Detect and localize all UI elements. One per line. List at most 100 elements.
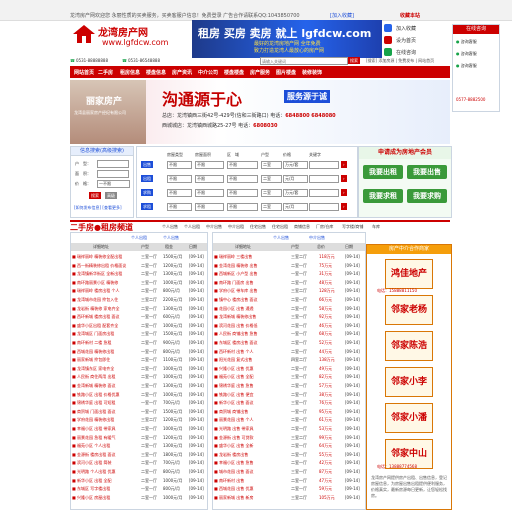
section-tab[interactable]: 中介出租 [228, 224, 244, 230]
table-row[interactable]: ■ 光明路 出售 带家具 二室一厅 53万元 [09-14] [213, 425, 365, 432]
table-row[interactable]: ■ 商贸城 商铺出售 一室一厅 95万元 [09-14] [213, 408, 365, 415]
search-extra-links[interactable]: [搜索] 添加房源 | 免费发布 | 网站首页 [366, 58, 434, 64]
filter-select-price[interactable]: 万元/套 [283, 189, 308, 197]
row-address[interactable]: 商贸城 商铺出售 [219, 408, 289, 415]
row-address[interactable]: 花园小区 出售 通透 [219, 305, 289, 312]
table-row[interactable]: ■ 南环路 门面房 出售 二室一厅 48万元 [09-14] [213, 279, 365, 286]
tab-personal-sale[interactable]: 个人出售 [163, 235, 179, 241]
row-address[interactable]: 瑞祥丽岭 三楼出售 [219, 253, 289, 260]
want-buy-button[interactable]: 我要求购 [407, 189, 447, 203]
table-row[interactable]: ■ 金源街 楼房出租 面议 三室一厅 1800元/月 [09-14] [71, 451, 207, 458]
row-address[interactable]: 铁路小区 出租 价格优惠 [77, 391, 139, 398]
table-row[interactable]: ■ 西环新村 出售 个人 二室一厅 44万元 [09-14] [213, 348, 365, 355]
row-address[interactable]: 丽景花园 急租 有暖气 [77, 434, 139, 441]
table-row[interactable]: ■ 丽景花园 急租 有暖气 二室一厅 1200元/月 [09-14] [71, 434, 207, 441]
qq-consult-1[interactable]: ● 咨询客服 [456, 39, 477, 45]
left-search-note[interactable]: [如何发布信息] [查看更多] [74, 205, 122, 211]
search-button[interactable]: 搜索 [348, 57, 360, 64]
row-address[interactable]: 西环新城 楼房出租 面议 [77, 313, 139, 320]
table-row[interactable]: ■ 锦绣华庭 出售 急售 二室一厅 57万元 [09-14] [213, 382, 365, 389]
tab-agency-sale[interactable]: 中介出售 [309, 235, 325, 241]
row-address[interactable]: 盛华小区 出售 全新 [219, 442, 289, 449]
row-address[interactable]: 龙湾新城 精装修出售 [219, 313, 289, 320]
tab-personal-sale-r[interactable]: 个人出售 [273, 235, 289, 241]
row-address[interactable]: 盛华小区出租 配套齐全 [77, 322, 139, 329]
table-row[interactable]: ■ 瑞祥丽岭 楼房出租 个人 二室一厅 800元/月 [09-14] [71, 287, 207, 294]
add-favorite-link[interactable]: [加入收藏] [330, 12, 354, 19]
filter-select-layout[interactable]: 二室 [261, 203, 282, 211]
layout-input[interactable] [97, 160, 129, 168]
row-address[interactable]: 东城区 写字楼出租 [77, 485, 139, 492]
table-row[interactable]: ■ 南环路丽景小区 精装修 三室一厅 1000元/月 [09-14] [71, 279, 207, 286]
nav-item-home[interactable]: 网站首页 [74, 69, 94, 76]
table-row[interactable]: ■ 阳光花园 复式出售 四室二厅 138万元 [09-14] [213, 356, 365, 363]
row-address[interactable]: 福苑小区 出售 全配 [219, 373, 289, 380]
table-row[interactable]: ■ 龙湾镇东区 家电齐全 二室一厅 1000元/月 [09-14] [71, 365, 207, 372]
table-row[interactable]: ■ 幸福小区 出售 急售 二室一厅 42万元 [09-14] [213, 459, 365, 466]
table-row[interactable]: ■ 光明路 个人出租 优惠 二室一厅 800元/月 [09-14] [71, 468, 207, 475]
table-row[interactable]: ■ 金湾新城 精装修 面议 三室一厅 1300元/月 [09-14] [71, 382, 207, 389]
table-row[interactable]: ■ 东城区 楼房出售 面议 二室一厅 52万元 [09-14] [213, 339, 365, 346]
area-input[interactable] [97, 170, 129, 178]
table-row[interactable]: ■ 学府花园 精装修出租 三室二厅 1200元/月 [09-14] [71, 416, 207, 423]
nav-item-estates[interactable]: 楼盘信息 [146, 69, 166, 76]
row-address[interactable]: 阳光花园 复式出售 [219, 356, 289, 363]
row-address[interactable]: 城市花园 出售 面议 [219, 468, 289, 475]
table-row[interactable]: ■ 铁路小区 出租 价格优惠 二室一厅 1000元/月 [09-14] [71, 391, 207, 398]
table-row[interactable]: ■ 镇中心 楼房出售 面议 二室一厅 66万元 [09-14] [213, 296, 365, 303]
table-row[interactable]: ■ 盛华小区 出售 全新 二室一厅 64万元 [09-14] [213, 442, 365, 449]
table-row[interactable]: ■ 滨河小区 出租 简装 二室一厅 700元/月 [09-14] [71, 459, 207, 466]
row-address[interactable]: 幸福小区 出租 带家具 [77, 425, 139, 432]
row-address[interactable]: 丽家新城 出售 新房 [219, 494, 289, 501]
bookmark-link[interactable]: 收藏本站 [400, 12, 420, 19]
filter-select-type[interactable]: 不限 [167, 161, 192, 169]
row-address[interactable]: 南环新村 出售 [219, 477, 289, 484]
agent-card[interactable]: 邻家老杨 [385, 295, 433, 325]
filter-select-price[interactable]: 元/月 [283, 203, 308, 211]
agent-card[interactable]: 邻家小潘 [385, 403, 433, 433]
filter-select-price[interactable]: 万元/套 [283, 161, 308, 169]
section-tab[interactable]: 厂房/仓库 [316, 224, 333, 230]
filter-select-area[interactable]: 不限 [195, 175, 224, 183]
filter-search-button[interactable]: › [341, 161, 347, 168]
row-address[interactable]: 新华小区 出租 全配 [77, 477, 139, 484]
table-row[interactable]: ■ 丽家新城 出售 新房 三室二厅 105万元 [09-14] [213, 494, 365, 501]
row-address[interactable]: 西城花园 精装修出租 [77, 348, 139, 355]
table-row[interactable]: ■ 瑞祥丽岭 三楼出售 三室二厅 118万元 [09-14] [213, 253, 365, 260]
section-tab[interactable]: 中介出售 [206, 224, 222, 230]
want-sell-button[interactable]: 我要出售 [407, 165, 447, 179]
tool-add-favorite[interactable]: 加入收藏 [396, 25, 416, 32]
table-row[interactable]: ■ 丽景花园 出售 个人 二室一厅 61万元 [09-14] [213, 416, 365, 423]
top-banner-ad[interactable]: 租房 买房 卖房 就上 lgfdcw.com 最好的龙湾房地产网 全年免费 致力… [192, 20, 382, 58]
nav-item-secondhand[interactable]: 二手房 [98, 69, 113, 76]
table-row[interactable]: ■ 丽家新城 拎包即住 二室一厅 1100元/月 [09-14] [71, 356, 207, 363]
row-address[interactable]: 丽家新城 拎包即住 [77, 356, 139, 363]
row-address[interactable]: 锦绣华庭 出租 可短租 [77, 399, 139, 406]
agent-card[interactable]: 邻家陈浩 [385, 331, 433, 361]
section-tab[interactable]: 个人出租 [184, 224, 200, 230]
table-row[interactable]: ■ 西城花园 精装修出租 一室一厅 800元/月 [09-14] [71, 348, 207, 355]
filter-keyword-input[interactable] [309, 175, 339, 183]
table-row[interactable]: ■ 南环新村 二楼 急租 二室一厅 900元/月 [09-14] [71, 339, 207, 346]
filter-select-region[interactable]: 不限 [227, 203, 258, 211]
tab-personal-rent[interactable]: 个人出租 [131, 235, 147, 241]
table-row[interactable]: ■ 商贸城 门面出租 面议 一室一厅 1500元/月 [09-14] [71, 408, 207, 415]
filter-select-layout[interactable]: 二室 [261, 189, 282, 197]
row-address[interactable]: 南环路丽景小区 精装修 [77, 279, 139, 286]
row-address[interactable]: 兴隆小区 出售 优惠 [219, 365, 289, 372]
agent-card[interactable]: 邻家小李 [385, 367, 433, 397]
row-address[interactable]: 龙岩街 精装修 家电齐全 [77, 305, 139, 312]
row-address[interactable]: 学府花园 精装修出租 [77, 416, 139, 423]
table-row[interactable]: ■ 龙湾镇新华街区 全新出租 二室一厅 1300元/月 [09-14] [71, 270, 207, 277]
table-row[interactable]: ■ 龙岩街 楼房出售 二室一厅 55万元 [09-14] [213, 451, 365, 458]
table-row[interactable]: ■ 福苑小区 出售 全配 三室一厅 82万元 [09-14] [213, 373, 365, 380]
row-address[interactable]: 镇中心 楼房出售 面议 [219, 296, 289, 303]
table-row[interactable]: ■ 新华小区 出租 全配 二室一厅 1000元/月 [09-14] [71, 477, 207, 484]
want-rent-button[interactable]: 我要求租 [363, 189, 403, 203]
row-address[interactable]: 瑞祥丽岭 楼房出租 个人 [77, 287, 139, 294]
row-address[interactable]: 东城区 楼房出售 面议 [219, 339, 289, 346]
row-address[interactable]: 福苑小区 个人出租 [77, 442, 139, 449]
table-row[interactable]: ■ 福苑小区 个人出租 二室一厅 1300元/月 [09-14] [71, 442, 207, 449]
hero-banner-ad[interactable]: 丽家房产 龙湾县丽家房产经纪有限公司 沟通源于心 服务源于诚 总店：龙湾镇西三街… [70, 80, 450, 144]
filter-keyword-input[interactable] [309, 203, 339, 211]
